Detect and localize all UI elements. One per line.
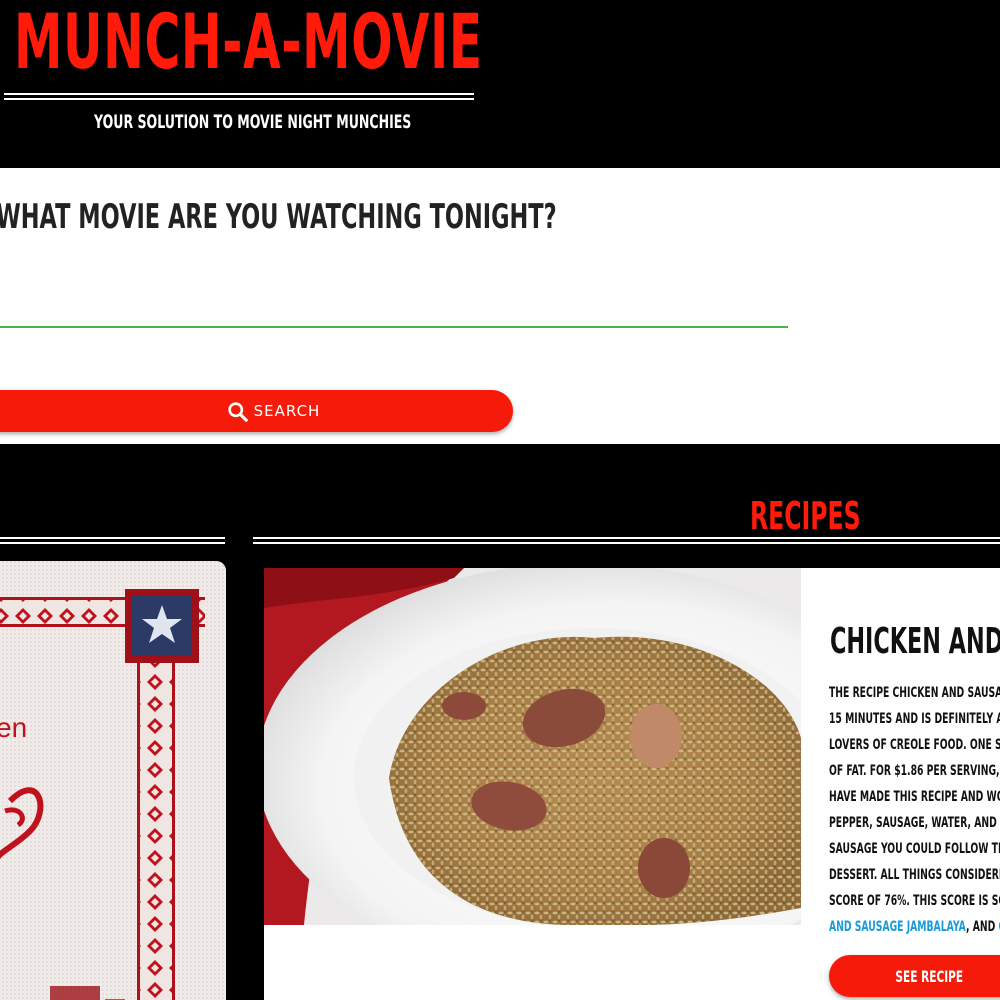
see-recipe-label: SEE RECIPE [895, 966, 963, 986]
tagline: YOUR SOLUTION TO MOVIE NIGHT MUNCHIES [94, 111, 412, 133]
movie-poster-card[interactable]: en [0, 561, 226, 1000]
search-question: WHAT MOVIE ARE YOU WATCHING TONIGHT? [0, 197, 557, 237]
description-line: THE RECIPE CHICKEN AND SAUSAG [829, 685, 1000, 701]
svg-text:en: en [0, 712, 27, 743]
see-recipe-button[interactable]: SEE RECIPE [829, 955, 1000, 997]
recipe-description: THE RECIPE CHICKEN AND SAUSAG 15 MINUTES… [829, 680, 1000, 940]
divider-left-bottom [0, 542, 225, 544]
search-button-label: SEARCH [253, 402, 321, 420]
search-section: WHAT MOVIE ARE YOU WATCHING TONIGHT? SEA… [0, 168, 1000, 444]
search-button[interactable]: SEARCH [0, 390, 513, 432]
description-line: PEPPER, SAUSAGE, WATER, AND A [829, 815, 1000, 831]
description-line: SCORE OF 76%. THIS SCORE IS SC [829, 893, 1000, 909]
brand-underline-bottom [4, 98, 474, 100]
divider-left-top [0, 537, 225, 539]
movie-search-input[interactable] [0, 262, 788, 328]
description-text: , AND [965, 919, 999, 935]
movie-poster-image: en [0, 561, 226, 1000]
description-line: OF FAT. FOR $1.86 PER SERVING, [829, 763, 1000, 779]
similar-recipe-link[interactable]: AND SAUSAGE JAMBALAYA [829, 919, 966, 935]
recipe-card: CHICKEN AND S THE RECIPE CHICKEN AND SAU… [264, 568, 1000, 1000]
recipe-image [264, 568, 801, 925]
brand-title[interactable]: MUNCH-A-MOVIE [14, 0, 483, 86]
recipe-title[interactable]: CHICKEN AND S [830, 620, 1000, 664]
search-icon [227, 401, 248, 422]
recipes-section: RECIPES en CHICKEN AND THE RECIPE CHICKE… [0, 444, 1000, 1000]
description-line: 15 MINUTES AND IS DEFINITELY A [829, 711, 1000, 727]
description-last-line: AND SAUSAGE JAMBALAYA, AND C [829, 914, 1000, 940]
divider-right-bottom [253, 542, 1000, 544]
description-line: LOVERS OF CREOLE FOOD. ONE SE [829, 737, 1000, 753]
brand-underline-top [4, 93, 474, 95]
description-line: SAUSAGE YOU COULD FOLLOW TH [829, 841, 1000, 857]
description-line: DESSERT. ALL THINGS CONSIDERE [829, 867, 1000, 883]
description-line: HAVE MADE THIS RECIPE AND WO [829, 789, 1000, 805]
recipes-heading: RECIPES [750, 494, 861, 538]
site-header: MUNCH-A-MOVIE YOUR SOLUTION TO MOVIE NIG… [0, 0, 1000, 168]
divider-right-top [253, 537, 1000, 539]
